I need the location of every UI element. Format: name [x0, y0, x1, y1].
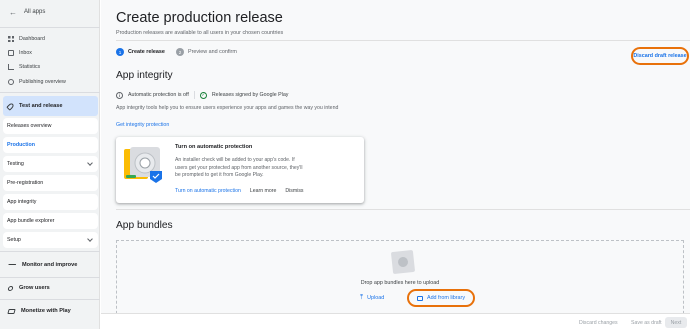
sidebar-item-label: Testing	[7, 161, 24, 167]
automatic-protection-card: Turn on automatic protection An installe…	[116, 137, 364, 203]
back-arrow-icon: ←	[9, 7, 17, 17]
section-label: Monetize with Play	[21, 308, 71, 314]
sidebar-item-releases-overview[interactable]: Releases overview	[3, 118, 98, 134]
protection-illustration	[124, 147, 162, 183]
turn-on-protection-button[interactable]: Turn on automatic protection	[175, 188, 241, 194]
sidebar-item-publishing-overview[interactable]: Publishing overview	[0, 76, 98, 88]
section-monitor-and-improve[interactable]: Monitor and improve	[3, 255, 98, 275]
statistics-icon	[8, 64, 14, 70]
sidebar-divider	[0, 27, 100, 28]
sidebar-item-app-bundle-explorer[interactable]: App bundle explorer	[3, 213, 98, 229]
next-button[interactable]: Next	[665, 317, 687, 328]
card-title: Turn on automatic protection	[175, 144, 253, 150]
signing-status: Releases signed by Google Play	[211, 92, 289, 98]
upload-label: Upload	[367, 295, 385, 301]
dashboard-icon	[8, 36, 14, 42]
monitor-icon	[7, 263, 17, 267]
step-create-release: 1 Create release	[116, 48, 165, 56]
sidebar-item-app-integrity[interactable]: App integrity	[3, 194, 98, 210]
sidebar-divider	[0, 92, 100, 93]
money-icon	[7, 308, 16, 314]
add-from-library-button[interactable]: Add from library	[407, 289, 475, 307]
chevron-down-icon	[87, 236, 93, 242]
discard-draft-release-button[interactable]: Discard draft release	[631, 47, 689, 65]
step-number: 1	[116, 48, 124, 56]
drop-text: Drop app bundles here to upload	[360, 280, 440, 286]
sidebar-item-production[interactable]: Production	[3, 137, 98, 153]
save-as-draft-button[interactable]: Save as draft	[631, 317, 662, 328]
sidebar-divider	[0, 251, 100, 252]
section-monetize[interactable]: Monetize with Play	[3, 301, 98, 321]
sidebar-item-statistics[interactable]: Statistics	[0, 61, 98, 73]
section-label: Test and release	[19, 103, 63, 109]
status-separator	[193, 91, 195, 99]
sidebar-item-label: Dashboard	[19, 36, 45, 42]
sidebar-item-pre-registration[interactable]: Pre-registration	[3, 175, 98, 191]
sidebar-item-label: Production	[7, 142, 35, 148]
app-integrity-heading: App integrity	[116, 70, 173, 81]
sidebar-item-label: Publishing overview	[19, 79, 66, 85]
info-icon: i	[116, 91, 123, 99]
card-actions: Turn on automatic protection Learn more …	[175, 188, 313, 194]
step-number: 2	[176, 48, 184, 56]
card-body: An installer check will be added to your…	[175, 157, 303, 179]
dismiss-button[interactable]: Dismiss	[285, 188, 303, 194]
step-label: Preview and confirm	[188, 49, 237, 55]
chevron-down-icon	[87, 160, 93, 166]
sidebar-item-label: App bundle explorer	[7, 218, 55, 224]
page-subtitle: Production releases are available to all…	[116, 30, 284, 36]
get-integrity-protection-link[interactable]: Get integrity protection	[116, 122, 169, 128]
step-preview-confirm: 2 Preview and confirm	[176, 48, 237, 56]
section-divider	[116, 209, 690, 210]
section-grow-users[interactable]: Grow users	[3, 278, 98, 298]
section-label: Grow users	[19, 285, 50, 291]
sidebar-item-setup[interactable]: Setup	[3, 232, 98, 248]
sidebar-item-label: Releases overview	[7, 123, 52, 129]
header-divider	[116, 40, 690, 41]
library-icon	[416, 295, 423, 301]
sidebar-item-label: Pre-registration	[7, 180, 44, 186]
inbox-icon	[8, 50, 14, 56]
page-title: Create production release	[116, 10, 283, 26]
sidebar-item-testing[interactable]: Testing	[3, 156, 98, 172]
discard-changes-button[interactable]: Discard changes	[579, 317, 618, 328]
add-from-library-label: Add from library	[426, 295, 466, 301]
sidebar-item-inbox[interactable]: Inbox	[0, 47, 98, 59]
step-label: Create release	[128, 49, 165, 55]
upload-button[interactable]: ⤒ Upload	[360, 294, 384, 302]
learn-more-link[interactable]: Learn more	[250, 188, 277, 194]
sidebar-divider	[0, 299, 100, 300]
main-content: Create production release Production rel…	[101, 0, 690, 329]
sidebar-item-label: Statistics	[19, 64, 41, 70]
rocket-icon	[6, 101, 15, 111]
sidebar-item-dashboard[interactable]: Dashboard	[0, 33, 98, 45]
app-bundles-heading: App bundles	[116, 220, 173, 231]
users-icon	[7, 285, 14, 291]
sidebar-item-label: Inbox	[19, 50, 32, 56]
upload-icon: ⤒	[360, 294, 364, 301]
section-test-and-release[interactable]: Test and release	[3, 96, 98, 116]
publishing-icon	[8, 79, 14, 85]
footer-bar: Discard changes Save as draft Next	[101, 313, 690, 329]
sidebar-item-label: Setup	[7, 237, 21, 243]
integrity-status-row: i Automatic protection is off ✓ Releases…	[116, 91, 288, 99]
sidebar: ← All apps Dashboard Inbox Statistics Pu…	[0, 0, 100, 329]
section-label: Monitor and improve	[22, 262, 78, 268]
all-apps-label: All apps	[24, 9, 46, 15]
check-circle-icon: ✓	[199, 91, 207, 99]
protection-status: Automatic protection is off	[128, 92, 189, 98]
upload-placeholder-icon	[390, 249, 416, 275]
all-apps-link[interactable]: ← All apps	[3, 3, 97, 21]
integrity-description: App integrity tools help you to ensure u…	[116, 105, 339, 111]
sidebar-item-label: App integrity	[7, 199, 37, 205]
